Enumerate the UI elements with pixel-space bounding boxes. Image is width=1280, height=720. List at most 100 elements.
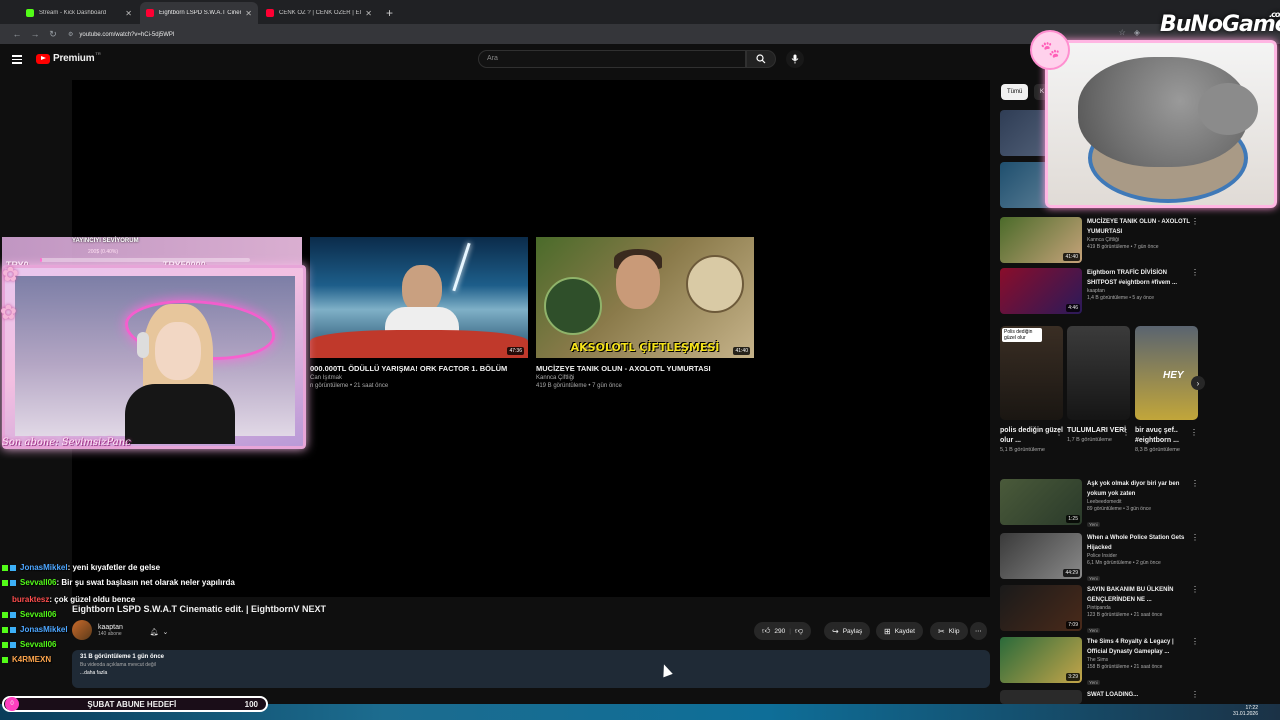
short-thumbnail[interactable]: Polis dediğin güzel olur xyxy=(1000,326,1063,420)
list-item[interactable]: 1:25 Aşk yok olmak diyor biri yar ben yo… xyxy=(1000,479,1205,531)
list-item[interactable]: SWAT LOADING... ⋮ xyxy=(1000,690,1205,704)
list-item[interactable]: 44:29 When a Whole Police Station Gets H… xyxy=(1000,533,1205,585)
share-icon: ↪ xyxy=(832,626,839,636)
voice-search-button[interactable] xyxy=(786,50,804,68)
like-count: 290 xyxy=(774,627,786,635)
video-title[interactable]: When a Whole Police Station Gets Hijacke… xyxy=(1087,533,1193,553)
list-item[interactable]: 7:09 SAYIN BAKANIM BU ÜLKENİN GENÇLERİND… xyxy=(1000,585,1205,637)
list-item[interactable]: 3:29 The Sims 4 Royalty & Legacy | Offic… xyxy=(1000,637,1205,689)
short-thumbnail[interactable]: HEY xyxy=(1135,326,1198,420)
short-item[interactable]: HEY bir avuç şef.. #eightborn ... 8,3 B … xyxy=(1135,326,1198,454)
clip-button[interactable]: ✂ Klip xyxy=(930,622,968,640)
video-thumbnail[interactable] xyxy=(1000,690,1082,704)
endcard-video[interactable]: 47:36 000.000TL ÖDÜLLÜ YARIŞMA! ORK FACT… xyxy=(310,237,528,389)
last-subscriber-label: Son abone: SevimsizPanc xyxy=(2,437,131,448)
chevron-right-icon[interactable]: › xyxy=(1191,376,1205,390)
channel-name[interactable]: kaaptan xyxy=(1087,288,1193,295)
duration-badge: 7:09 xyxy=(1066,621,1080,629)
tab-kick-dashboard[interactable]: Stream - Kick Dashboard ✕ xyxy=(20,2,138,24)
tab-youtube-video[interactable]: Eightborn LSPD S.W.A.T Cinem ✕ xyxy=(140,2,258,24)
search-button[interactable] xyxy=(746,50,776,68)
menu-icon[interactable] xyxy=(12,55,22,64)
thumbs-down-icon[interactable]: 👎︎ xyxy=(795,626,803,636)
video-thumbnail[interactable]: 1:25 xyxy=(1000,479,1082,525)
subscriber-goal-count: 0 xyxy=(5,697,19,711)
short-item[interactable]: Polis dediğin güzel olur polis dediğin g… xyxy=(1000,326,1063,454)
show-more-link[interactable]: ...daha fazla xyxy=(80,670,982,676)
more-vert-icon[interactable]: ⋮ xyxy=(1055,428,1063,437)
forward-icon[interactable]: → xyxy=(26,29,44,39)
more-vert-icon[interactable]: ⋮ xyxy=(1191,479,1199,488)
extension-icon[interactable]: ◈ xyxy=(1134,28,1140,37)
endcard-video[interactable]: AKSOLOTL ÇİFTLEŞMESİ 41:40 MUCİZEYE TANI… xyxy=(536,237,754,389)
tab-title: CENK ÖZ ? | CENK ÖZER | EIGH xyxy=(279,10,362,16)
flower-icon: ✿ xyxy=(0,302,17,324)
star-icon[interactable]: ☆ xyxy=(1119,28,1126,37)
endcard-thumbnail[interactable]: 47:36 xyxy=(310,237,528,358)
endcard-channel[interactable]: Kannca Çiftliği xyxy=(536,375,754,381)
list-item[interactable]: 4:46 Eightborn TRAFİC DİVİSİON SHITPOST … xyxy=(1000,268,1205,320)
video-title[interactable]: Eightborn TRAFİC DİVİSİON SHITPOST #eigh… xyxy=(1087,268,1193,288)
endcard-thumbnail[interactable]: AKSOLOTL ÇİFTLEŞMESİ 41:40 xyxy=(536,237,754,358)
more-vert-icon[interactable]: ⋮ xyxy=(1191,533,1199,542)
like-button[interactable]: 👍︎ 290 | 👎︎ xyxy=(754,622,812,640)
more-vert-icon[interactable]: ⋮ xyxy=(1191,637,1199,646)
new-tab-button[interactable]: + xyxy=(386,2,393,24)
close-icon[interactable]: ✕ xyxy=(365,9,372,18)
short-title[interactable]: TULUMLARI VERİ xyxy=(1067,426,1130,436)
more-vert-icon[interactable]: ⋮ xyxy=(1122,428,1130,437)
video-title[interactable]: SWAT LOADING... xyxy=(1087,690,1193,700)
reload-icon[interactable]: ↻ xyxy=(44,29,62,40)
channel-name[interactable]: Leebeedomedit xyxy=(1087,499,1193,506)
video-title[interactable]: SAYIN BAKANIM BU ÜLKENİN GENÇLERİNDEN NE… xyxy=(1087,585,1193,605)
video-thumbnail[interactable]: 44:29 xyxy=(1000,533,1082,579)
channel-name[interactable]: The Sims xyxy=(1087,657,1193,664)
video-title[interactable]: Aşk yok olmak diyor biri yar ben yokum y… xyxy=(1087,479,1193,499)
short-title[interactable]: polis dediğin güzel olur ... xyxy=(1000,426,1063,446)
endcard-title[interactable]: 000.000TL ÖDÜLLÜ YARIŞMA! ORK FACTOR 1. … xyxy=(310,364,528,373)
video-thumbnail[interactable]: 4:46 xyxy=(1000,268,1082,314)
video-meta: 89 görüntüleme • 3 gün önce xyxy=(1087,506,1152,512)
short-title[interactable]: bir avuç şef.. #eightborn ... xyxy=(1135,426,1198,446)
more-vert-icon[interactable]: ⋮ xyxy=(1191,585,1199,594)
save-button[interactable]: ⊞ Kaydet xyxy=(876,622,923,640)
close-icon[interactable]: ✕ xyxy=(125,9,132,18)
chip-all[interactable]: Tümü xyxy=(1001,84,1029,100)
share-button[interactable]: ↪ Paylaş xyxy=(824,622,871,640)
close-icon[interactable]: ✕ xyxy=(245,9,252,18)
short-thumbnail[interactable] xyxy=(1067,326,1130,420)
chat-message: Sevvall06 xyxy=(2,607,362,622)
chat-username: Sevvall06 xyxy=(20,610,57,619)
youtube-logo[interactable]: Premium TR xyxy=(36,51,101,64)
video-thumbnail[interactable]: 41:40 xyxy=(1000,217,1082,263)
video-title[interactable]: The Sims 4 Royalty & Legacy | Official D… xyxy=(1087,637,1193,657)
share-group: ↪ Paylaş xyxy=(824,622,871,640)
video-thumbnail[interactable]: 7:09 xyxy=(1000,585,1082,631)
more-vert-icon[interactable]: ⋮ xyxy=(1190,428,1198,437)
search-input[interactable]: Ara xyxy=(478,50,746,68)
endcard-title[interactable]: MUCİZEYE TANIK OLUN - AXOLOTL YUMURTASI xyxy=(536,364,754,373)
more-actions-button[interactable]: ⋯ xyxy=(970,622,987,640)
duration-badge: 1:25 xyxy=(1066,515,1080,523)
endcard-channel[interactable]: Can Işıtmak xyxy=(310,375,528,381)
video-thumbnail[interactable]: 3:29 xyxy=(1000,637,1082,683)
short-item[interactable]: TULUMLARI VERİ 1,7 B görüntüleme ⋮ xyxy=(1067,326,1130,444)
channel-name[interactable]: Kannca Çiftliği xyxy=(1087,237,1193,244)
back-icon[interactable]: ← xyxy=(8,29,26,39)
list-item[interactable]: 41:40 MUCİZEYE TANIK OLUN - AXOLOTL YUMU… xyxy=(1000,217,1205,269)
tab-cenk-oz[interactable]: CENK ÖZ ? | CENK ÖZER | EIGH ✕ xyxy=(260,2,378,24)
subscriber-goal-bar: 0 ŞUBAT ABUNE HEDEFİ 100 xyxy=(2,696,268,712)
clock-date: 31.01.2026 xyxy=(1232,711,1258,717)
more-vert-icon[interactable]: ⋮ xyxy=(1191,690,1199,699)
url-field[interactable]: ⚙ youtube.com/watch?v=hCi-5dj5WPI xyxy=(68,31,175,38)
video-title[interactable]: MUCİZEYE TANIK OLUN - AXOLOTL YUMURTASI xyxy=(1087,217,1193,237)
channel-name[interactable]: Police Insider xyxy=(1087,553,1193,560)
youtube-icon xyxy=(266,9,274,17)
channel-name[interactable]: Pintipanda xyxy=(1087,605,1193,612)
site-info-icon[interactable]: ⚙ xyxy=(68,32,73,38)
more-vert-icon[interactable]: ⋮ xyxy=(1191,268,1199,277)
browser-tab-bar: Stream - Kick Dashboard ✕ Eightborn LSPD… xyxy=(0,0,1280,24)
duration-badge: 41:40 xyxy=(1063,253,1080,261)
more-vert-icon[interactable]: ⋮ xyxy=(1191,217,1199,226)
shorts-shelf: Polis dediğin güzel olur polis dediğin g… xyxy=(1000,326,1205,471)
